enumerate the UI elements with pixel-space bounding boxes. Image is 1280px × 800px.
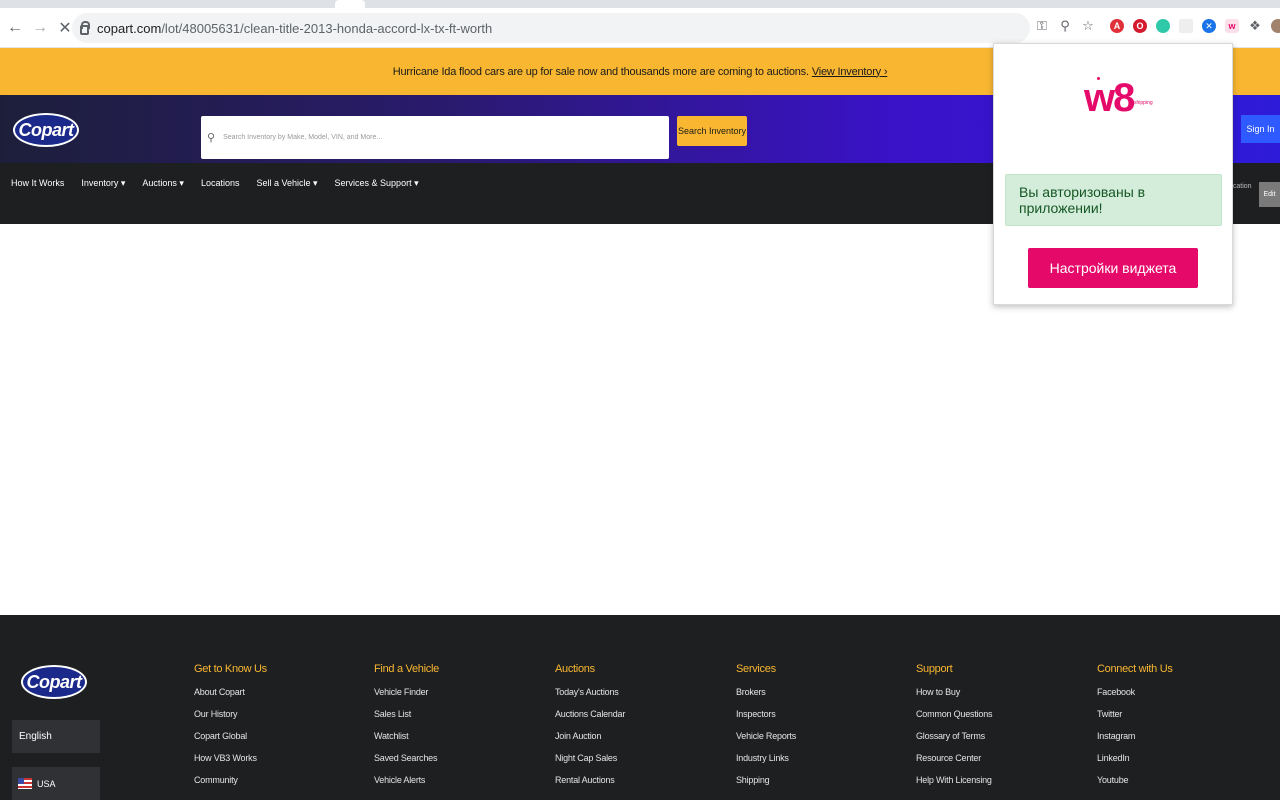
- active-tab[interactable]: [335, 0, 365, 8]
- footer-link[interactable]: Copart Global: [194, 730, 267, 752]
- avatar[interactable]: [1271, 19, 1280, 33]
- w8-extension-popup: w8 shipping Вы авторизованы в приложении…: [993, 43, 1233, 305]
- back-icon[interactable]: ←: [4, 17, 26, 39]
- footer-col-title: Auctions: [555, 663, 595, 675]
- footer-col-services: Services Brokers Inspectors Vehicle Repo…: [736, 663, 796, 796]
- footer-col-find-a-vehicle: Find a Vehicle Vehicle Finder Sales List…: [374, 663, 439, 796]
- nav-locations[interactable]: Locations: [201, 178, 240, 189]
- tab-strip: [0, 0, 1280, 8]
- location-edit-button[interactable]: Edit: [1259, 182, 1280, 207]
- nav-auctions[interactable]: Auctions ▾: [142, 178, 184, 189]
- footer-link[interactable]: About Copart: [194, 686, 267, 708]
- search-inventory-button[interactable]: Search Inventory: [677, 116, 747, 146]
- opera-icon[interactable]: O: [1133, 19, 1147, 33]
- x-ext-icon[interactable]: ✕: [1202, 19, 1216, 33]
- footer-col-get-to-know-us: Get to Know Us About Copart Our History …: [194, 663, 267, 796]
- footer-link[interactable]: Help With Licensing: [916, 774, 992, 796]
- nav-sell-vehicle[interactable]: Sell a Vehicle ▾: [256, 178, 317, 189]
- footer-link[interactable]: Vehicle Finder: [374, 686, 439, 708]
- puzzle-icon[interactable]: ❖: [1248, 18, 1262, 34]
- footer-link[interactable]: Today's Auctions: [555, 686, 625, 708]
- sign-in-button[interactable]: Sign In: [1241, 115, 1280, 143]
- site-footer: [0, 615, 1280, 800]
- key-icon[interactable]: ⚿: [1035, 18, 1049, 34]
- footer-link[interactable]: How VB3 Works: [194, 752, 267, 774]
- star-icon[interactable]: ☆: [1081, 18, 1095, 34]
- footer-link[interactable]: Vehicle Reports: [736, 730, 796, 752]
- nav-how-it-works[interactable]: How It Works: [11, 178, 64, 189]
- zoom-icon[interactable]: ⚲: [1058, 18, 1072, 34]
- footer-link[interactable]: Common Questions: [916, 708, 993, 730]
- footer-link[interactable]: Twitter: [1097, 708, 1173, 730]
- footer-link[interactable]: Shipping: [736, 774, 796, 796]
- footer-link[interactable]: Brokers: [736, 686, 796, 708]
- footer-col-title: Services: [736, 663, 776, 675]
- footer-link[interactable]: Saved Searches: [374, 752, 439, 774]
- browser-toolbar: ← → ✕ copart.com/lot/48005631/clean-titl…: [0, 8, 1280, 48]
- banner-text: Hurricane Ida flood cars are up for sale…: [392, 65, 809, 78]
- shield-ext-icon[interactable]: [1156, 19, 1170, 33]
- footer-link[interactable]: Inspectors: [736, 708, 796, 730]
- nav-inventory[interactable]: Inventory ▾: [81, 178, 125, 189]
- footer-link[interactable]: Facebook: [1097, 686, 1173, 708]
- footer-col-auctions: Auctions Today's Auctions Auctions Calen…: [555, 663, 625, 796]
- footer-link[interactable]: Rental Auctions: [555, 774, 625, 796]
- footer-col-title: Support: [916, 663, 953, 675]
- footer-link[interactable]: Instagram: [1097, 730, 1173, 752]
- country-label: USA: [37, 778, 56, 789]
- adblock-icon[interactable]: A: [1110, 19, 1124, 33]
- url-text: copart.com/lot/48005631/clean-title-2013…: [97, 20, 493, 36]
- view-inventory-link[interactable]: View Inventory ›: [812, 66, 888, 78]
- footer-link[interactable]: Join Auction: [555, 730, 625, 752]
- footer-link[interactable]: How to Buy: [916, 686, 992, 708]
- w8-ext-icon[interactable]: w: [1225, 19, 1239, 33]
- footer-col-title: Get to Know Us: [194, 663, 267, 675]
- footer-link[interactable]: Auctions Calendar: [555, 708, 625, 730]
- address-bar[interactable]: copart.com/lot/48005631/clean-title-2013…: [72, 13, 1030, 43]
- search-placeholder: Search Inventory by Make, Model, VIN, an…: [223, 134, 383, 141]
- footer-link[interactable]: Our History: [194, 708, 267, 730]
- copart-logo[interactable]: Copart: [13, 113, 79, 147]
- auth-success-message: Вы авторизованы в приложении!: [1005, 174, 1222, 226]
- footer-link[interactable]: Watchlist: [374, 730, 439, 752]
- lock-icon: [80, 21, 90, 35]
- footer-link[interactable]: Night Cap Sales: [555, 752, 625, 774]
- footer-link[interactable]: Resource Center: [916, 752, 992, 774]
- w8-logo-sub: shipping: [1134, 100, 1153, 106]
- footer-link[interactable]: LinkedIn: [1097, 752, 1173, 774]
- footer-col-title: Find a Vehicle: [374, 663, 439, 675]
- extension-bar: ⚿ ⚲ ☆ A O ✕ w ❖: [1035, 18, 1280, 34]
- footer-link[interactable]: Youtube: [1097, 774, 1173, 796]
- us-flag-icon: [18, 778, 32, 789]
- footer-copart-logo[interactable]: Copart: [21, 665, 87, 699]
- country-select[interactable]: USA: [12, 767, 100, 800]
- blank-ext-icon[interactable]: [1179, 19, 1193, 33]
- widget-settings-button[interactable]: Настройки виджета: [1028, 248, 1198, 288]
- footer-link[interactable]: Industry Links: [736, 752, 796, 774]
- footer-col-title: Connect with Us: [1097, 663, 1173, 675]
- search-input[interactable]: ⚲ Search Inventory by Make, Model, VIN, …: [201, 116, 669, 159]
- footer-link[interactable]: Glossary of Terms: [916, 730, 992, 752]
- footer-link[interactable]: Sales List: [374, 708, 439, 730]
- footer-link[interactable]: Community: [194, 774, 267, 796]
- footer-link[interactable]: Vehicle Alerts: [374, 774, 439, 796]
- nav-services-support[interactable]: Services & Support ▾: [335, 178, 419, 189]
- language-select[interactable]: English: [12, 720, 100, 753]
- search-icon: ⚲: [207, 132, 216, 144]
- w8-logo: w8: [1084, 76, 1135, 120]
- footer-col-support: Support How to Buy Common Questions Glos…: [916, 663, 993, 796]
- forward-icon[interactable]: →: [29, 17, 51, 39]
- footer-col-connect: Connect with Us Facebook Twitter Instagr…: [1097, 663, 1173, 796]
